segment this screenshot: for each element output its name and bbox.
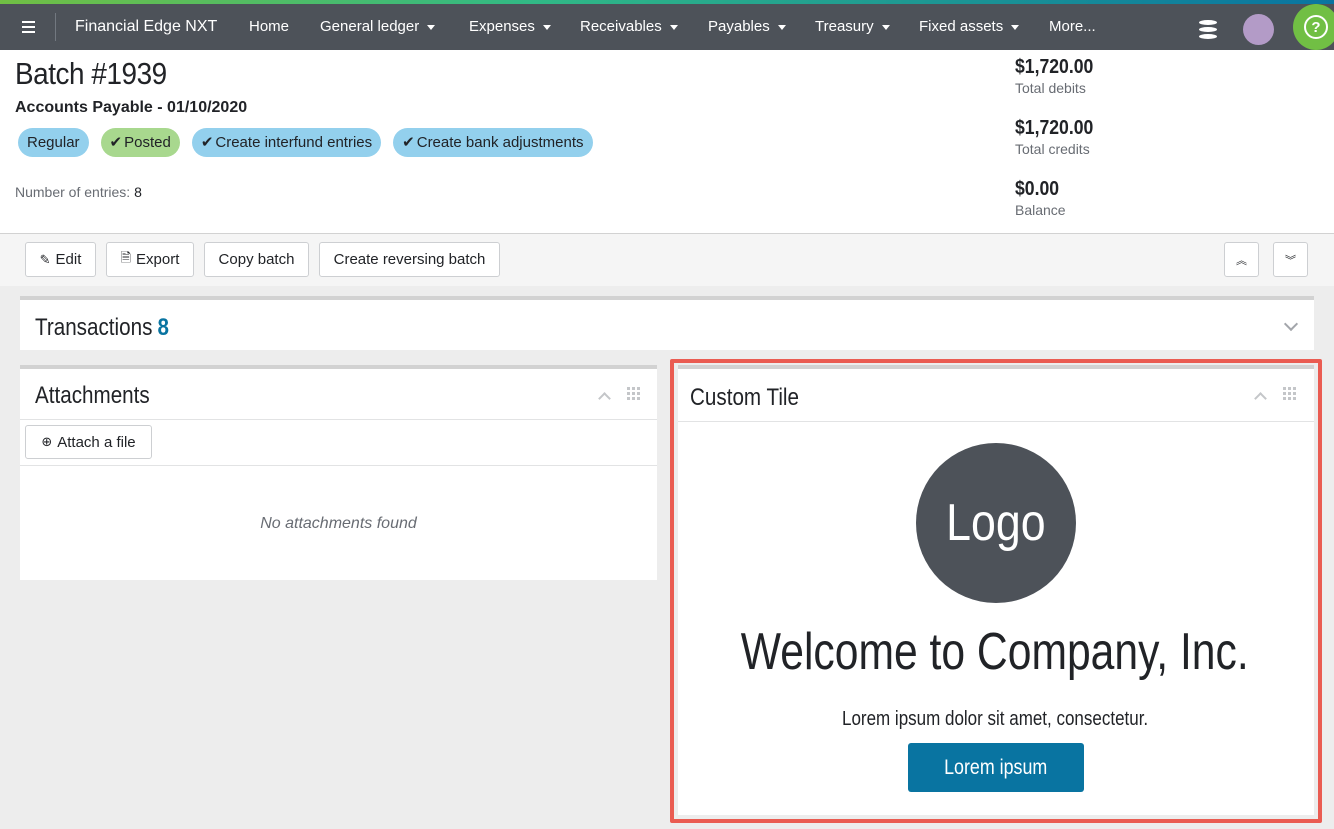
- batch-subtitle: Accounts Payable - 01/10/2020: [15, 99, 248, 116]
- summary-total-debits: $1,720.00 Total debits: [1015, 56, 1104, 96]
- top-navigation-bar: Financial Edge NXT Home General ledger E…: [0, 0, 1334, 50]
- nav-home-label: Home: [249, 18, 290, 35]
- export-file-icon: 🗎: [120, 249, 132, 265]
- double-chevron-down-icon: ︾: [1285, 254, 1296, 267]
- create-reversing-batch-label: Create reversing batch: [333, 251, 486, 268]
- entries-value: 8: [134, 184, 142, 200]
- summary-balance: $0.00 Balance: [1015, 178, 1066, 218]
- check-icon: ✔: [200, 134, 214, 151]
- nav-expenses[interactable]: Expenses: [469, 18, 551, 35]
- nav-fixed-assets-label: Fixed assets: [919, 18, 1004, 35]
- copy-batch-label: Copy batch: [218, 251, 295, 268]
- nav-more[interactable]: More...: [1049, 18, 1096, 35]
- nav-general-ledger-label: General ledger: [320, 18, 420, 35]
- chevron-up-icon[interactable]: [598, 392, 611, 405]
- export-label: Export: [136, 251, 180, 268]
- nav-more-label: More...: [1049, 18, 1096, 35]
- drag-handle-icon[interactable]: [627, 387, 641, 401]
- total-debits-label: Total debits: [1015, 80, 1086, 96]
- nav-treasury-label: Treasury: [815, 18, 874, 35]
- nav-receivables[interactable]: Receivables: [580, 18, 678, 35]
- edit-label: Edit: [55, 251, 82, 268]
- attachments-title: Attachments: [35, 382, 150, 409]
- check-icon: ✔: [402, 134, 415, 151]
- scroll-to-bottom-button[interactable]: ︾: [1273, 242, 1308, 277]
- tag-create-interfund-entries: ✔ Create interfund entries: [191, 128, 382, 157]
- summary-total-credits: $1,720.00 Total credits: [1015, 117, 1104, 157]
- create-reversing-batch-button[interactable]: Create reversing batch: [319, 242, 500, 277]
- nav-divider: [55, 13, 56, 41]
- total-credits-amount: $1,720.00: [1015, 117, 1094, 139]
- attach-file-button[interactable]: ⊕ Attach a file: [25, 425, 152, 459]
- nav-fixed-assets[interactable]: Fixed assets: [919, 18, 1020, 35]
- hamburger-menu-icon[interactable]: [14, 12, 42, 42]
- transactions-title: Transactions 8: [35, 314, 169, 342]
- edit-button[interactable]: ✎ Edit: [25, 242, 96, 277]
- caret-down-icon: [1011, 24, 1020, 30]
- balance-amount: $0.00: [1015, 178, 1060, 200]
- attachments-tile: Attachments ⊕ Attach a file No attachment…: [20, 365, 657, 580]
- entries-label: Number of entries:: [15, 184, 131, 200]
- help-button[interactable]: ?: [1293, 4, 1334, 50]
- check-icon: ✔: [109, 134, 123, 151]
- caret-down-icon: [542, 24, 551, 30]
- nav-payables[interactable]: Payables: [708, 18, 786, 35]
- tag-posted: ✔ Posted: [100, 128, 180, 157]
- transactions-title-text: Transactions: [35, 314, 153, 341]
- copy-batch-button[interactable]: Copy batch: [204, 242, 309, 277]
- caret-down-icon: [881, 24, 890, 30]
- tile-divider: [20, 465, 657, 466]
- pencil-icon: ✎: [39, 251, 51, 267]
- app-name[interactable]: Financial Edge NXT: [75, 18, 217, 36]
- tag-label: Regular: [27, 134, 80, 151]
- page-title: Batch #1939: [15, 56, 167, 91]
- status-tags: Regular ✔ Posted ✔ Create interfund entrie…: [18, 128, 593, 157]
- transactions-count: 8: [157, 314, 170, 341]
- tag-create-bank-adjustments: ✔ Create bank adjustments: [393, 128, 593, 157]
- database-icon[interactable]: [1199, 20, 1217, 40]
- balance-label: Balance: [1015, 202, 1066, 218]
- total-credits-label: Total credits: [1015, 141, 1090, 157]
- scroll-to-top-button[interactable]: ︽: [1224, 242, 1259, 277]
- nav-general-ledger[interactable]: General ledger: [320, 18, 436, 35]
- nav-home[interactable]: Home: [249, 18, 289, 35]
- nav-treasury[interactable]: Treasury: [815, 18, 890, 35]
- help-icon: ?: [1304, 15, 1328, 39]
- action-bar: ✎ Edit 🗎 Export Copy batch Create reversin…: [0, 234, 1334, 286]
- caret-down-icon: [669, 24, 678, 30]
- caret-down-icon: [777, 24, 786, 30]
- total-debits-amount: $1,720.00: [1015, 56, 1094, 78]
- export-button[interactable]: 🗎 Export: [106, 242, 194, 277]
- number-of-entries: Number of entries: 8: [15, 184, 142, 200]
- tag-label: Create bank adjustments: [416, 134, 584, 151]
- double-chevron-up-icon: ︽: [1236, 254, 1247, 267]
- chevron-down-icon[interactable]: [1283, 316, 1299, 332]
- plus-circle-icon: ⊕: [41, 434, 53, 449]
- nav-payables-label: Payables: [708, 18, 770, 35]
- tag-label: Posted: [124, 134, 171, 151]
- tile-divider: [20, 419, 657, 420]
- nav-receivables-label: Receivables: [580, 18, 662, 35]
- tag-regular: Regular: [18, 128, 89, 157]
- nav-expenses-label: Expenses: [469, 18, 535, 35]
- caret-down-icon: [427, 24, 436, 30]
- transactions-tile[interactable]: Transactions 8: [20, 296, 1314, 350]
- tag-label: Create interfund entries: [215, 134, 373, 151]
- attach-file-label: Attach a file: [57, 433, 136, 451]
- user-avatar[interactable]: [1243, 14, 1274, 45]
- empty-attachments-message: No attachments found: [260, 515, 417, 532]
- record-header: Batch #1939 Accounts Payable - 01/10/202…: [0, 50, 1334, 234]
- highlight-box: [670, 359, 1322, 823]
